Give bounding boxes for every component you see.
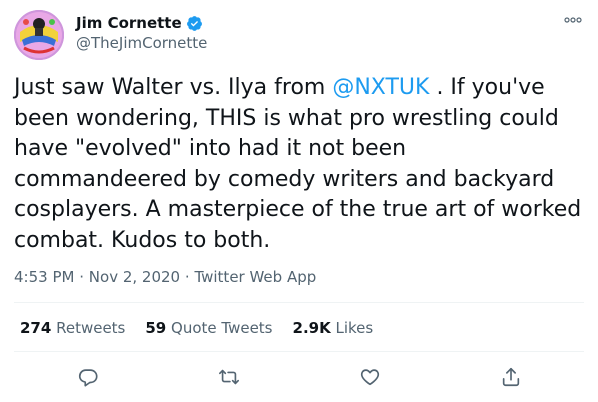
share-icon[interactable] — [500, 366, 522, 388]
tweet-header: Jim Cornette @TheJimCornette — [14, 10, 584, 60]
tweet-time[interactable]: 4:53 PM — [14, 268, 74, 286]
engagement-stats: 274 Retweets 59 Quote Tweets 2.9K Likes — [20, 318, 393, 338]
more-dots-icon[interactable] — [564, 14, 582, 26]
likes-stat[interactable]: 2.9K Likes — [293, 318, 374, 338]
retweets-count: 274 — [20, 319, 52, 337]
tweet-date[interactable]: Nov 2, 2020 — [89, 268, 180, 286]
tweet-text: Just saw Walter vs. Ilya from @NXTUK . I… — [14, 73, 586, 256]
retweets-stat[interactable]: 274 Retweets — [20, 318, 125, 338]
author-handle[interactable]: @TheJimCornette — [76, 34, 207, 53]
reply-icon[interactable] — [77, 366, 99, 388]
retweet-icon[interactable] — [218, 366, 240, 388]
divider — [14, 351, 584, 352]
tweet-text-before: Just saw Walter vs. Ilya from — [14, 75, 333, 100]
quote-tweets-count: 59 — [145, 319, 167, 337]
tweet-metadata: 4:53 PM · Nov 2, 2020 · Twitter Web App — [14, 267, 316, 287]
meta-separator: · — [184, 268, 190, 286]
cartoon-avatar-icon — [14, 10, 64, 60]
action-bar — [14, 366, 584, 392]
heart-icon[interactable] — [359, 366, 381, 388]
tweet-source[interactable]: Twitter Web App — [194, 268, 316, 286]
divider — [14, 302, 584, 303]
likes-label: Likes — [335, 319, 374, 337]
mention-link[interactable]: @NXTUK — [332, 75, 429, 100]
likes-count: 2.9K — [292, 319, 331, 337]
verified-badge-icon — [186, 16, 202, 31]
quote-tweets-stat[interactable]: 59 Quote Tweets — [145, 318, 272, 338]
avatar[interactable] — [14, 10, 64, 60]
meta-separator: · — [79, 268, 85, 286]
quote-tweets-label: Quote Tweets — [171, 319, 273, 337]
retweets-label: Retweets — [56, 319, 126, 337]
author-display-name-row[interactable]: Jim Cornette — [76, 14, 207, 33]
author-display-name[interactable]: Jim Cornette — [76, 14, 182, 33]
tweet-text-after: . If you've been wondering, THIS is what… — [14, 75, 582, 253]
author-names: Jim Cornette @TheJimCornette — [76, 14, 207, 53]
